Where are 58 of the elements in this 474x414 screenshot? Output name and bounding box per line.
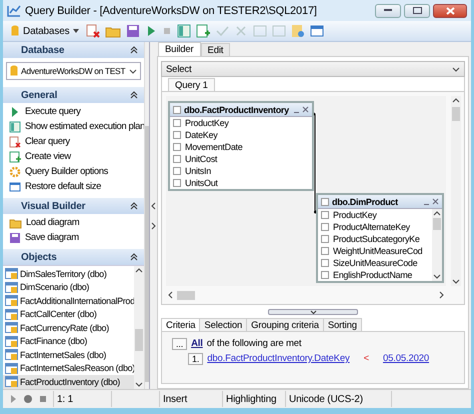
field-name: UnitCost [185, 154, 218, 164]
field-name: ProductAlternateKey [333, 222, 410, 232]
section-header[interactable]: Visual Builder [3, 198, 144, 214]
query-tab[interactable]: Query 1 [168, 78, 215, 91]
object-item[interactable]: DimSalesTerritory (dbo) [3, 267, 134, 280]
cursor-position: 1: 1 [53, 391, 105, 407]
tab[interactable]: Edit [200, 43, 230, 56]
query-type-dropdown[interactable]: Select [161, 61, 465, 77]
field-name: ProductKey [333, 210, 377, 220]
window-title: Query Builder - [AdventureWorksDW on TESTER2\SQL2017] [25, 4, 318, 16]
action-link[interactable]: Execute query [3, 104, 144, 119]
menu-button[interactable]: ... [172, 338, 188, 350]
field-name: SizeUnitMeasureCode [333, 258, 418, 268]
encoding-status: Unicode (UCS-2) [285, 391, 385, 407]
field-name: EnglishProductName [333, 270, 412, 280]
quantifier-link[interactable]: All [191, 338, 203, 349]
object-item[interactable]: FactProductInventory (dbo) [3, 375, 134, 388]
object-item[interactable]: DimScenario (dbo) [3, 280, 134, 294]
action-link[interactable]: Query Builder options [3, 164, 144, 179]
object-item[interactable]: FactInternetSales (dbo) [3, 348, 134, 362]
tab[interactable]: Grouping criteria [246, 318, 324, 331]
database-dropdown[interactable]: AdventureWorksDW on TEST [6, 62, 141, 80]
value-link[interactable]: 05.05.2020 [382, 353, 430, 364]
section-header[interactable]: General [3, 87, 144, 103]
action-link[interactable]: Create view [3, 149, 144, 164]
databases-button[interactable]: Databases [9, 25, 82, 37]
action-link[interactable]: Save diagram [3, 230, 144, 245]
condition-number-button[interactable]: 1. [188, 352, 204, 364]
tab[interactable]: Criteria [161, 318, 200, 331]
table-name: dbo.DimProduct [332, 196, 399, 206]
section-header[interactable]: Database [3, 42, 144, 58]
action-link[interactable]: Load diagram [3, 215, 144, 230]
table-box[interactable]: dbo.DimProduct ProductKey ProductAlternateKey ProductSubcategoryKe WeightUnitMeasureCod SizeUnitMeasureCode EnglishProductName [316, 193, 444, 283]
field-name: ProductKey [185, 118, 229, 128]
field-link[interactable]: dbo.FactProductInventory.DateKey [207, 353, 350, 364]
field-name: UnitsIn [185, 166, 211, 176]
section-header[interactable]: Objects [3, 249, 144, 265]
table-box[interactable]: dbo.FactProductInventory ProductKey DateKey MovementDate UnitCost UnitsIn UnitsOut [168, 101, 314, 191]
object-item[interactable]: FactAdditionalInternationalProd [3, 294, 134, 308]
object-item[interactable]: FactFinance (dbo) [3, 334, 134, 348]
field-name: UnitsOut [185, 178, 218, 188]
action-link[interactable]: Clear query [3, 134, 144, 149]
field-name: WeightUnitMeasureCod [333, 246, 422, 256]
edit-mode: Insert [159, 391, 216, 407]
field-name: MovementDate [185, 142, 242, 152]
highlighting-status: Highlighting [222, 391, 279, 407]
object-item[interactable]: FactCallCenter (dbo) [3, 308, 134, 321]
field-name: ProductSubcategoryKe [333, 234, 420, 244]
tab[interactable]: Sorting [322, 318, 362, 331]
field-name: DateKey [185, 130, 218, 140]
operator-link[interactable]: < [364, 353, 369, 364]
table-name: dbo.FactProductInventory [184, 104, 290, 114]
criteria-text: of the following are met [206, 338, 302, 349]
tab[interactable]: Selection [199, 318, 248, 331]
action-link[interactable]: Restore default size [3, 179, 144, 194]
object-item[interactable]: FactCurrencyRate (dbo) [3, 321, 134, 334]
object-item[interactable]: FactInternetSalesReason (dbo) [3, 362, 134, 375]
tab[interactable]: Builder [158, 42, 201, 56]
